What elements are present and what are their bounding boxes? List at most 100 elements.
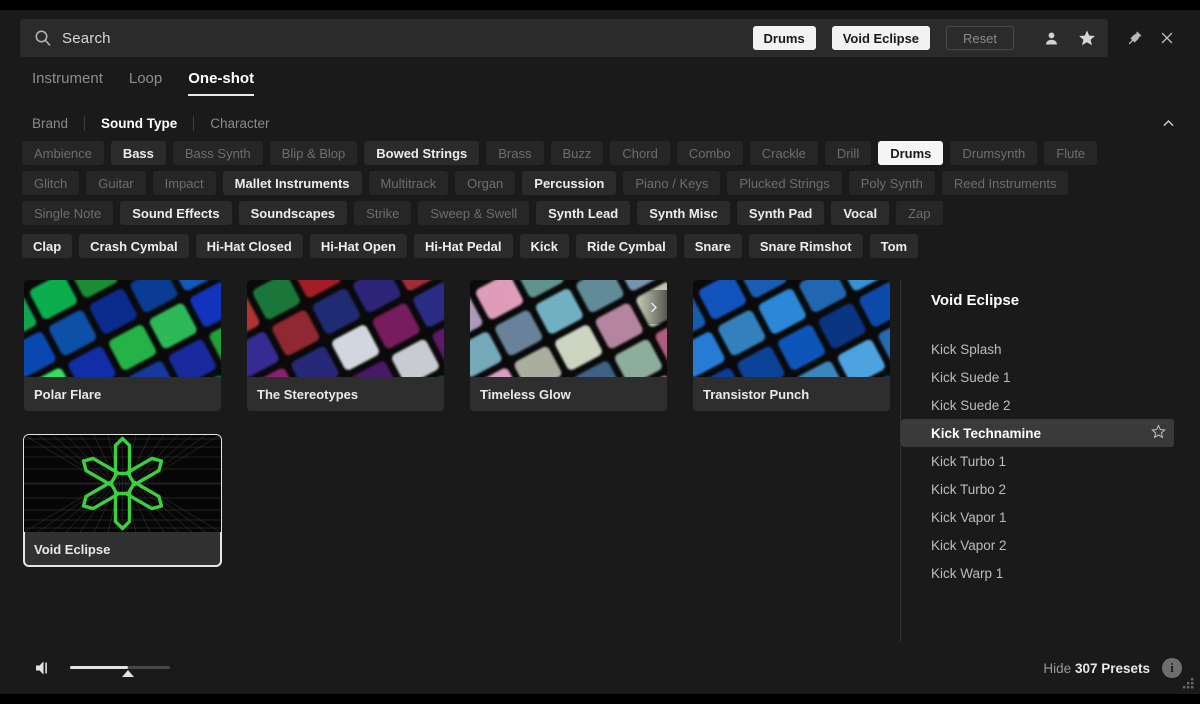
preset-list-item[interactable]: Kick Turbo 1: [901, 447, 1174, 475]
preset-list-item[interactable]: Kick Vapor 2: [901, 531, 1174, 559]
tag-single-note[interactable]: Single Note: [22, 201, 114, 225]
tag-drill[interactable]: Drill: [824, 141, 872, 165]
tag-synth-lead[interactable]: Synth Lead: [536, 201, 631, 225]
footer-bar: Hide 307 Presets i: [0, 642, 1200, 694]
reset-button[interactable]: Reset: [946, 26, 1014, 50]
subtag-ride-cymbal[interactable]: Ride Cymbal: [576, 234, 677, 258]
tag-piano-keys[interactable]: Piano / Keys: [623, 171, 721, 195]
tag-zap[interactable]: Zap: [896, 201, 943, 225]
tag-flute[interactable]: Flute: [1044, 141, 1098, 165]
tag-poly-synth[interactable]: Poly Synth: [848, 171, 935, 195]
tag-drums[interactable]: Drums: [878, 141, 944, 165]
tab-loop[interactable]: Loop: [129, 70, 162, 94]
subtag-kick[interactable]: Kick: [519, 234, 569, 258]
tag-soundscapes[interactable]: Soundscapes: [238, 201, 348, 225]
preset-list-item[interactable]: Kick Turbo 2: [901, 475, 1174, 503]
filter-chip-void-eclipse[interactable]: Void Eclipse: [831, 26, 931, 50]
tag-synth-pad[interactable]: Synth Pad: [736, 201, 825, 225]
search-bar[interactable]: Search Drums Void Eclipse Reset: [20, 19, 1108, 57]
product-artwork: [693, 280, 890, 377]
product-card[interactable]: Transistor Punch: [693, 280, 890, 411]
sound-subtype-tag-list: Clap Crash Cymbal Hi-Hat Closed Hi-Hat Open…: [0, 225, 1200, 258]
artwork-mosaic: [470, 280, 667, 377]
chevron-right-icon[interactable]: [639, 290, 667, 324]
tag-mallet-instruments[interactable]: Mallet Instruments: [222, 171, 362, 195]
user-icon[interactable]: [1038, 25, 1064, 51]
tag-crackle[interactable]: Crackle: [749, 141, 818, 165]
product-card[interactable]: Void Eclipse: [23, 434, 222, 567]
tag-sound-effects[interactable]: Sound Effects: [120, 201, 232, 225]
product-gallery: Polar Flare The Stereotypes Timeless Glow T…: [0, 280, 900, 642]
preset-list-item[interactable]: Kick Vapor 1: [901, 503, 1174, 531]
preset-list-item[interactable]: Kick Suede 2: [901, 391, 1174, 419]
hide-presets-button[interactable]: Hide 307 Presets: [1043, 661, 1150, 676]
tag-strike[interactable]: Strike: [354, 201, 412, 225]
star-outline-icon[interactable]: [1151, 424, 1166, 442]
preset-list-item[interactable]: Kick Technamine: [901, 419, 1174, 447]
preset-list-item[interactable]: Kick Splash: [901, 335, 1174, 363]
info-icon[interactable]: i: [1162, 658, 1182, 678]
close-icon[interactable]: [1154, 25, 1180, 51]
product-card[interactable]: The Stereotypes: [247, 280, 444, 411]
filter-category-brand[interactable]: Brand: [32, 116, 84, 131]
divider: [193, 115, 195, 131]
subtag-clap[interactable]: Clap: [22, 234, 73, 258]
tag-plucked-strings[interactable]: Plucked Strings: [727, 171, 842, 195]
volume-slider[interactable]: [70, 661, 170, 677]
filter-chip-drums[interactable]: Drums: [752, 26, 816, 50]
product-title: Transistor Punch: [693, 377, 890, 411]
tag-multitrack[interactable]: Multitrack: [368, 171, 449, 195]
preset-list-item[interactable]: Kick Suede 1: [901, 363, 1174, 391]
tag-synth-misc[interactable]: Synth Misc: [637, 201, 730, 225]
preset-label: Kick Suede 2: [931, 397, 1011, 413]
tag-glitch[interactable]: Glitch: [22, 171, 80, 195]
tag-guitar[interactable]: Guitar: [86, 171, 146, 195]
tag-brass[interactable]: Brass: [486, 141, 544, 165]
tag-sweep-swell[interactable]: Sweep & Swell: [418, 201, 530, 225]
chevron-up-icon[interactable]: [1156, 111, 1180, 135]
artwork-mosaic: [247, 280, 444, 377]
window-controls: [1122, 25, 1180, 51]
star-icon[interactable]: [1074, 25, 1100, 51]
tag-chord[interactable]: Chord: [610, 141, 670, 165]
resize-grip-icon[interactable]: [1181, 676, 1195, 690]
tag-percussion[interactable]: Percussion: [522, 171, 617, 195]
pin-icon[interactable]: [1122, 25, 1148, 51]
subtag-snare[interactable]: Snare: [683, 234, 742, 258]
preset-label: Kick Technamine: [931, 425, 1042, 441]
tag-impact[interactable]: Impact: [152, 171, 216, 195]
preset-list: Kick Splash Kick Suede 1 Kick Suede 2 Kick …: [901, 335, 1174, 587]
tag-bass-synth[interactable]: Bass Synth: [172, 141, 263, 165]
tag-combo[interactable]: Combo: [676, 141, 743, 165]
subtag-hi-hat-pedal[interactable]: Hi-Hat Pedal: [413, 234, 513, 258]
search-input[interactable]: Search: [62, 30, 743, 47]
tab-one-shot[interactable]: One-shot: [188, 70, 255, 96]
product-artwork: [470, 280, 667, 377]
subtag-hi-hat-closed[interactable]: Hi-Hat Closed: [195, 234, 303, 258]
tag-bowed-strings[interactable]: Bowed Strings: [364, 141, 480, 165]
filter-category-sound-type[interactable]: Sound Type: [101, 116, 193, 131]
tag-bass[interactable]: Bass: [110, 141, 166, 165]
filter-category-character[interactable]: Character: [210, 116, 285, 131]
artwork-mosaic: [24, 280, 221, 377]
product-card[interactable]: Timeless Glow: [470, 280, 667, 411]
preset-list-item[interactable]: Kick Warp 1: [901, 559, 1174, 587]
volume-fill: [70, 666, 128, 669]
subtag-crash-cymbal[interactable]: Crash Cymbal: [79, 234, 189, 258]
preset-label: Kick Splash: [931, 341, 1002, 357]
tag-blip-blop[interactable]: Blip & Blop: [269, 141, 358, 165]
tab-instrument[interactable]: Instrument: [32, 70, 103, 94]
preset-label: Kick Suede 1: [931, 369, 1011, 385]
product-card[interactable]: Polar Flare: [24, 280, 221, 411]
volume-handle[interactable]: [122, 670, 134, 677]
tag-reed-instruments[interactable]: Reed Instruments: [941, 171, 1069, 195]
tag-organ[interactable]: Organ: [455, 171, 516, 195]
tag-ambience[interactable]: Ambience: [22, 141, 104, 165]
tag-vocal[interactable]: Vocal: [831, 201, 890, 225]
tag-buzz[interactable]: Buzz: [550, 141, 604, 165]
subtag-hi-hat-open[interactable]: Hi-Hat Open: [309, 234, 407, 258]
subtag-tom[interactable]: Tom: [869, 234, 919, 258]
speaker-icon[interactable]: [34, 659, 54, 677]
subtag-snare-rimshot[interactable]: Snare Rimshot: [748, 234, 863, 258]
tag-drumsynth[interactable]: Drumsynth: [950, 141, 1038, 165]
